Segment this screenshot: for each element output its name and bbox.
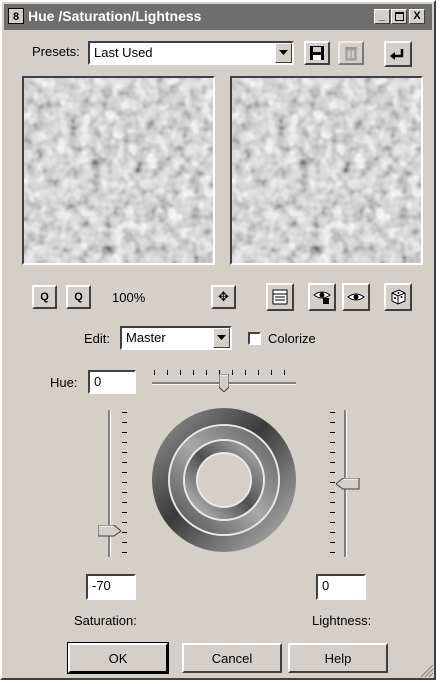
saturation-slider-thumb[interactable] xyxy=(97,524,122,537)
help-button-label: Help xyxy=(324,650,352,666)
hsl-dialog: 8 Hue /Saturation/Lightness _ X Presets:… xyxy=(0,0,436,680)
zoom-out-icon: Q xyxy=(40,291,49,303)
eye-lock-icon xyxy=(313,291,331,304)
zoom-in-icon: Q xyxy=(74,291,83,303)
maximize-icon xyxy=(394,12,404,21)
saturation-slider[interactable] xyxy=(92,406,130,561)
ok-button[interactable]: OK xyxy=(67,642,169,674)
saturation-input[interactable]: -70 xyxy=(86,574,136,600)
reset-button[interactable] xyxy=(384,41,412,67)
ok-button-label: OK xyxy=(108,650,128,666)
auto-proof-button[interactable] xyxy=(342,283,370,311)
maximize-button[interactable] xyxy=(391,9,407,24)
dice-icon xyxy=(391,289,406,305)
presets-value: Last Used xyxy=(94,45,153,60)
hue-ring-wheel[interactable] xyxy=(150,406,298,554)
dialog-title: Hue /Saturation/Lightness xyxy=(28,8,202,24)
cancel-button[interactable]: Cancel xyxy=(182,643,282,673)
colorize-checkbox[interactable] xyxy=(248,332,261,345)
after-preview-image xyxy=(232,78,421,263)
edit-label: Edit: xyxy=(84,331,111,346)
hue-label: Hue: xyxy=(50,375,78,390)
before-preview-image xyxy=(24,78,213,263)
help-button[interactable]: Help xyxy=(288,643,388,673)
after-preview[interactable] xyxy=(230,76,423,265)
lightness-value: 0 xyxy=(322,578,330,593)
hue-value: 0 xyxy=(94,374,102,389)
save-preset-button[interactable] xyxy=(304,41,330,65)
eye-icon xyxy=(347,293,365,301)
presets-label: Presets: xyxy=(32,44,80,59)
preview-toggle-button[interactable] xyxy=(266,283,294,311)
before-preview[interactable] xyxy=(22,76,215,265)
lightness-slider[interactable] xyxy=(316,406,360,561)
hue-slider[interactable] xyxy=(148,366,300,394)
zoom-in-button[interactable]: Q xyxy=(66,285,91,309)
lightness-slider-thumb[interactable] xyxy=(335,477,360,490)
zoom-level: 100% xyxy=(112,290,146,305)
delete-preset-icon xyxy=(345,47,357,61)
chevron-down-icon xyxy=(217,335,226,340)
pan-icon: ✥ xyxy=(218,289,229,304)
minimize-button[interactable]: _ xyxy=(374,9,390,24)
save-preset-icon xyxy=(310,46,324,60)
delete-preset-button[interactable] xyxy=(338,41,364,65)
lightness-slider-ticks xyxy=(330,412,335,555)
edit-dropdown-arrow[interactable] xyxy=(213,328,230,348)
presets-dropdown-arrow[interactable] xyxy=(275,43,292,63)
edit-combo[interactable]: Master xyxy=(120,326,232,350)
proof-button[interactable] xyxy=(308,283,336,311)
preview-window-icon xyxy=(272,289,288,305)
hue-slider-thumb[interactable] xyxy=(218,373,230,393)
colorize-label: Colorize xyxy=(268,331,316,346)
edit-value: Master xyxy=(126,330,166,345)
saturation-value: -70 xyxy=(92,578,111,593)
close-button[interactable]: X xyxy=(409,9,425,24)
reset-icon xyxy=(390,49,404,60)
title-bar[interactable]: 8 Hue /Saturation/Lightness _ X xyxy=(4,4,432,30)
saturation-slider-ticks xyxy=(122,412,127,555)
saturation-label: Saturation: xyxy=(74,613,137,628)
presets-combo[interactable]: Last Used xyxy=(88,41,294,65)
lightness-label: Lightness: xyxy=(312,613,372,628)
randomize-button[interactable] xyxy=(384,283,412,311)
cancel-button-label: Cancel xyxy=(211,650,253,666)
wheel-center xyxy=(196,452,252,508)
app-icon: 8 xyxy=(8,8,24,24)
resize-grip-icon[interactable] xyxy=(420,664,434,678)
hue-input[interactable]: 0 xyxy=(88,370,136,394)
zoom-out-button[interactable]: Q xyxy=(32,285,57,309)
lightness-input[interactable]: 0 xyxy=(316,574,366,600)
chevron-down-icon xyxy=(279,50,288,55)
pan-button[interactable]: ✥ xyxy=(211,285,236,309)
